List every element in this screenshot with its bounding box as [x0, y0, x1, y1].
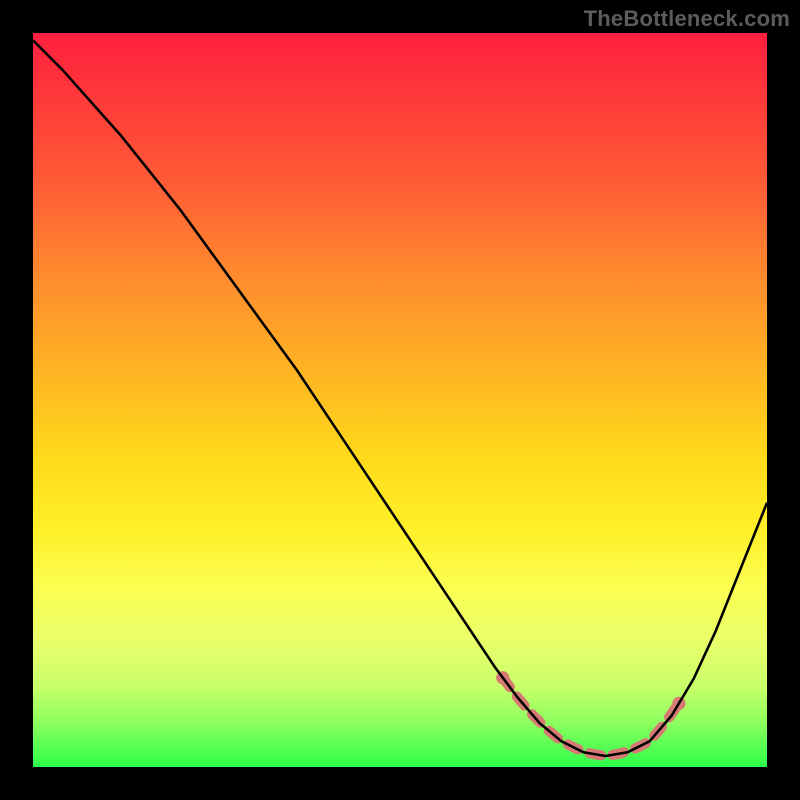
valley-marker-path	[503, 678, 679, 756]
watermark-label: TheBottleneck.com	[584, 6, 790, 32]
bottleneck-curve	[33, 40, 767, 756]
chart-frame: TheBottleneck.com	[0, 0, 800, 800]
valley-marker	[496, 671, 685, 756]
chart-svg	[33, 33, 767, 767]
plot-area	[33, 33, 767, 767]
